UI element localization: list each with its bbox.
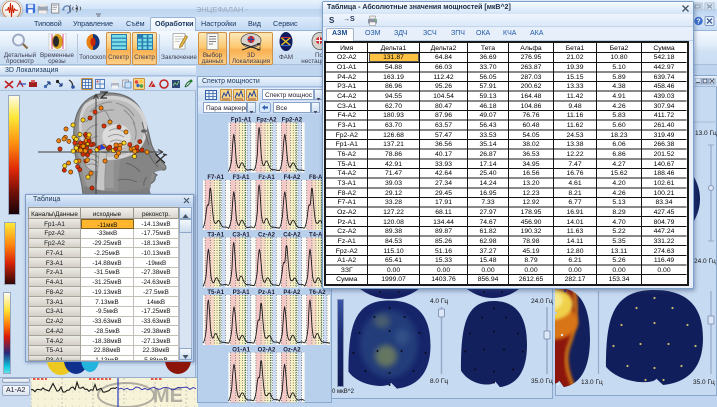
svg-text:P3-A1: P3-A1 [233, 290, 251, 296]
svg-text:Pz-A1: Pz-A1 [258, 290, 275, 296]
svg-text:МЕ: МЕ [153, 385, 183, 407]
svg-text:O2-A2: O2-A2 [258, 348, 276, 354]
svg-text:F3-A1: F3-A1 [233, 175, 250, 181]
svg-text:Oz-A2: Oz-A2 [283, 348, 301, 354]
svg-text:T6-A2: T6-A2 [309, 290, 326, 296]
svg-text:Fp1-A1: Fp1-A1 [231, 118, 252, 124]
svg-text:F4-A2: F4-A2 [284, 175, 301, 181]
svg-text:P4-A2: P4-A2 [283, 290, 301, 296]
svg-text:?: ? [696, 19, 700, 26]
svg-text:T3-A1: T3-A1 [207, 233, 224, 239]
svg-text:O1-A1: O1-A1 [232, 348, 250, 354]
svg-text:Fz-A1: Fz-A1 [258, 175, 275, 181]
svg-text:Fpz-A2: Fpz-A2 [257, 118, 278, 124]
svg-text:F7-A1: F7-A1 [207, 175, 224, 181]
svg-text:C3-A1: C3-A1 [232, 233, 250, 239]
svg-text:Fp2-A2: Fp2-A2 [282, 118, 303, 124]
svg-text:C4-A2: C4-A2 [283, 233, 301, 239]
svg-text:T5-A1: T5-A1 [207, 290, 224, 296]
svg-text:Cz-A2: Cz-A2 [258, 233, 276, 239]
